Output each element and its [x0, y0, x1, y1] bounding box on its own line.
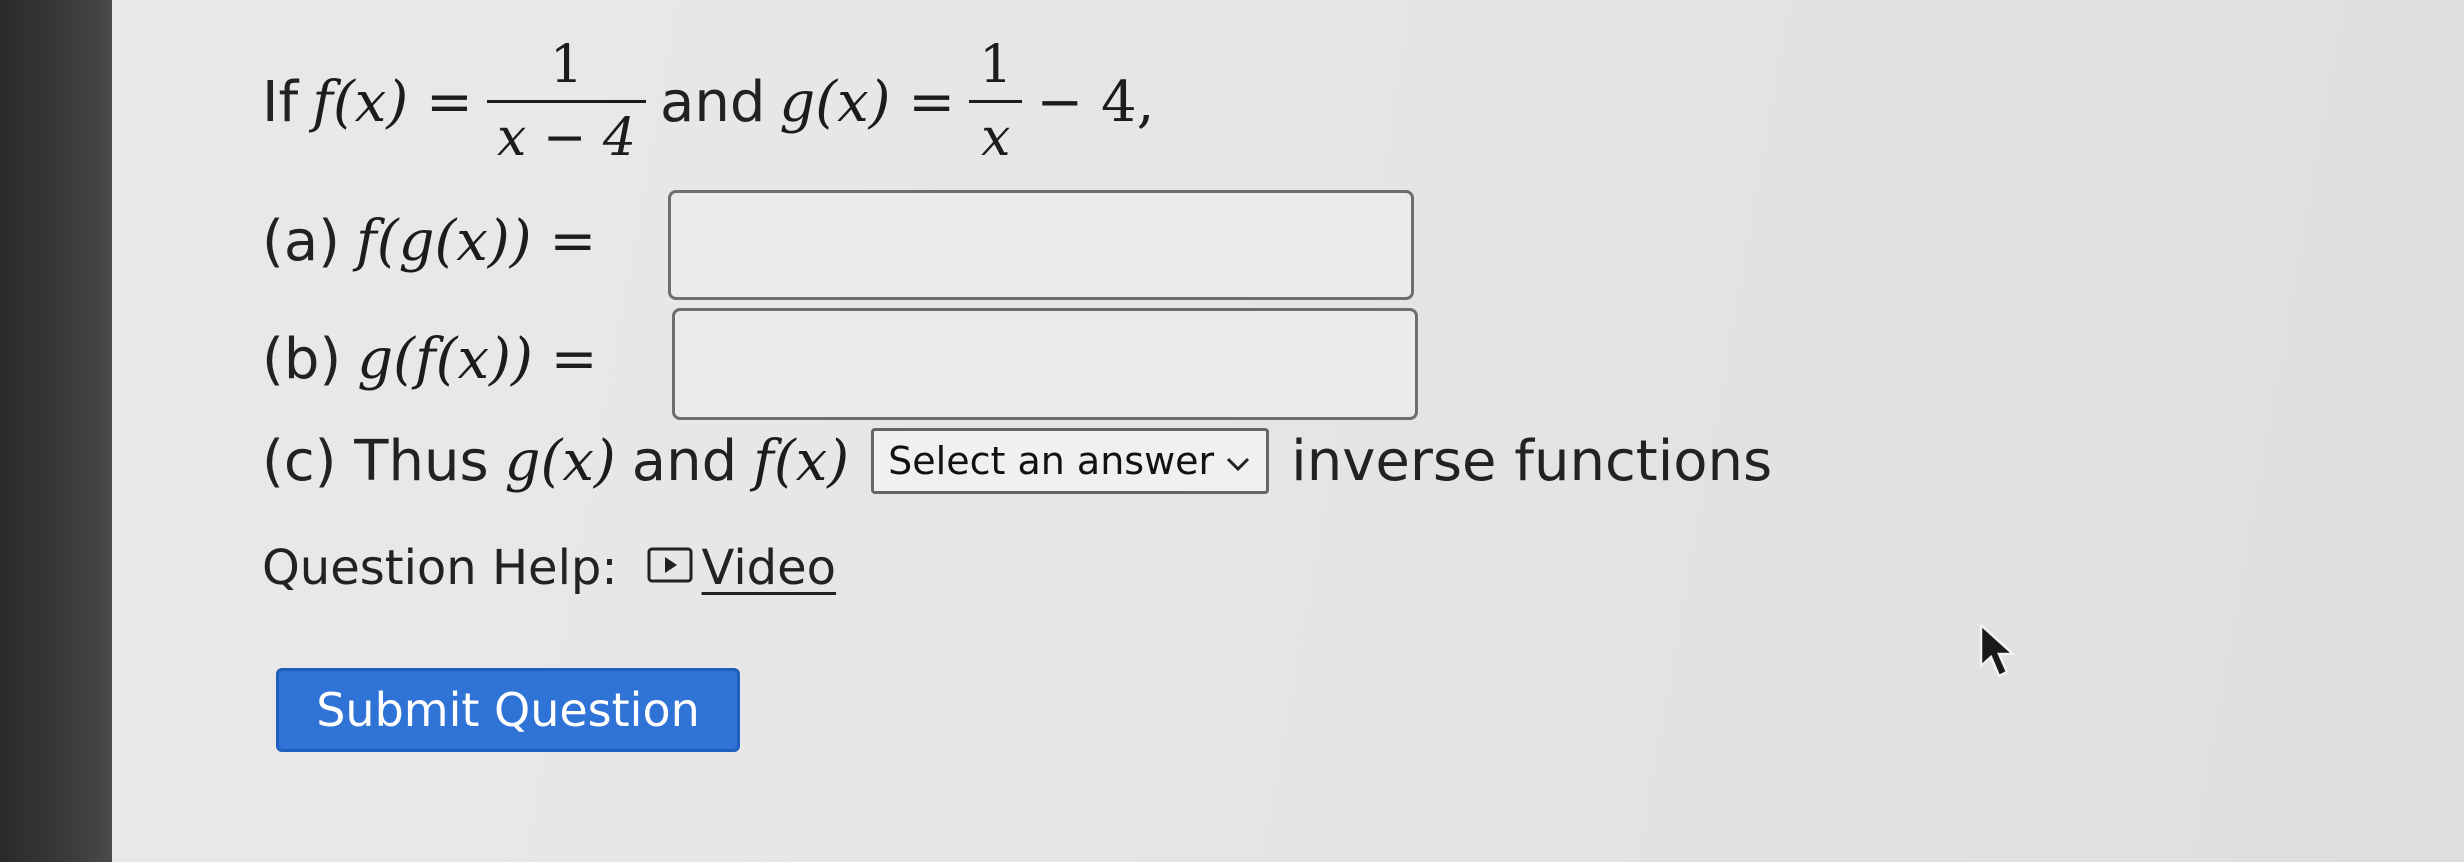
part-a-row: (a) f(g(x)) =	[262, 186, 596, 296]
part-b-label: (b)	[262, 326, 342, 392]
g-fraction-numerator: 1	[979, 34, 1013, 95]
g-definition-lhs: g(x) =	[779, 69, 956, 135]
part-c-label: (c) Thus	[262, 428, 489, 494]
part-a-expression: f(g(x)) =	[356, 208, 597, 274]
mouse-pointer-icon	[1978, 622, 2022, 687]
part-c-g-expression: g(x)	[504, 428, 616, 494]
part-a-label: (a)	[262, 208, 341, 274]
and-text: and	[660, 69, 766, 135]
part-c-tail-text: inverse functions	[1291, 428, 1773, 494]
question-help: Question Help: Video	[262, 540, 836, 596]
part-b-answer-input[interactable]	[672, 308, 1418, 420]
fraction-bar	[486, 99, 647, 103]
video-link-label: Video	[701, 540, 837, 596]
g-definition-tail: − 4,	[1036, 69, 1155, 135]
part-c-row: (c) Thus g(x) and f(x) Select an answer …	[262, 416, 1772, 506]
video-help-link[interactable]: Video	[646, 540, 836, 596]
intro-text: If	[262, 69, 299, 135]
g-fraction-denominator: x	[981, 107, 1011, 168]
chevron-down-icon	[1224, 439, 1252, 483]
question-help-label: Question Help:	[262, 540, 618, 596]
page: If f(x) = 1 x − 4 and g(x) = 1 x − 4, (a…	[0, 0, 2464, 862]
f-definition-lhs: f(x) =	[312, 69, 473, 135]
part-c-f-expression: f(x)	[753, 428, 850, 494]
g-definition-fraction: 1 x	[969, 34, 1023, 169]
answer-select[interactable]: Select an answer	[871, 428, 1270, 494]
part-b-row: (b) g(f(x)) =	[262, 304, 598, 414]
fraction-bar	[969, 99, 1023, 103]
f-fraction-denominator: x − 4	[496, 107, 637, 168]
part-a-answer-input[interactable]	[668, 190, 1414, 300]
part-c-and-text: and	[631, 428, 738, 494]
submit-question-button[interactable]: Submit Question	[276, 668, 740, 752]
f-fraction-numerator: 1	[549, 34, 584, 95]
f-definition-fraction: 1 x − 4	[486, 34, 647, 169]
play-box-icon	[646, 540, 694, 596]
screen-bezel	[0, 0, 112, 862]
answer-select-label: Select an answer	[888, 439, 1215, 483]
part-b-expression: g(f(x)) =	[357, 326, 598, 392]
question-statement: If f(x) = 1 x − 4 and g(x) = 1 x − 4,	[262, 22, 1154, 182]
